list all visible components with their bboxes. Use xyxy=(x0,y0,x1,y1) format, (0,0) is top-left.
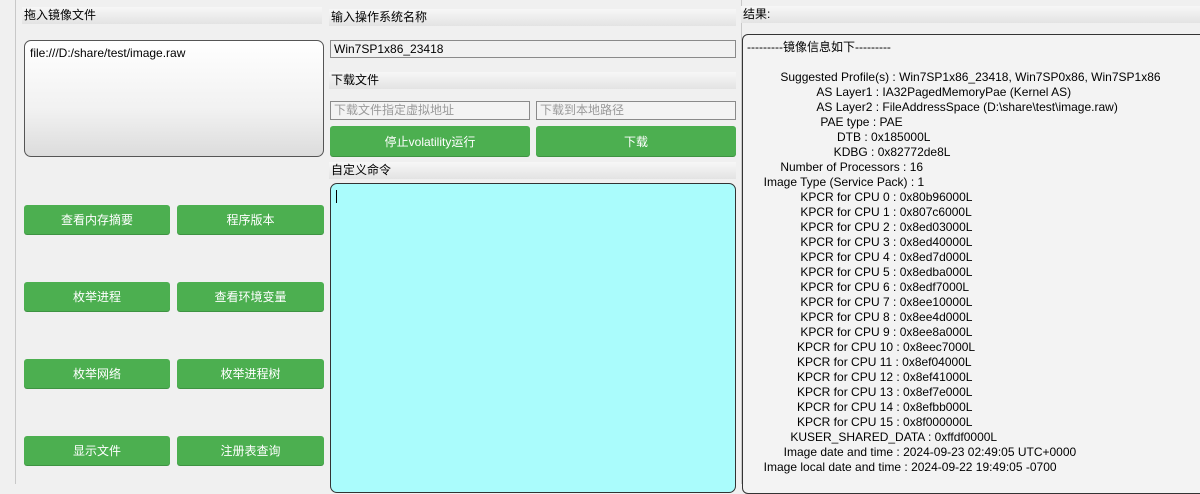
stop-volatility-button[interactable]: 停止volatility运行 xyxy=(330,126,530,156)
left-separator xyxy=(15,0,16,484)
result-line: AS Layer1 : IA32PagedMemoryPae (Kernel A… xyxy=(747,85,1072,99)
result-line: ---------镜像信息如下--------- xyxy=(747,40,891,54)
result-line: Image local date and time : 2024-09-22 1… xyxy=(747,460,1057,474)
result-line: KPCR for CPU 2 : 0x8ed03000L xyxy=(747,220,973,234)
program-version-button[interactable]: 程序版本 xyxy=(177,205,324,234)
custom-command-header: 自定义命令 xyxy=(329,162,736,179)
result-line xyxy=(747,55,1200,70)
result-line: KPCR for CPU 5 : 0x8edba000L xyxy=(747,265,973,279)
result-line: Image Type (Service Pack) : 1 xyxy=(747,175,925,189)
result-line: KPCR for CPU 4 : 0x8ed7d000L xyxy=(747,250,973,264)
result-line: Number of Processors : 16 xyxy=(747,160,924,174)
result-line: KPCR for CPU 14 : 0x8efbb000L xyxy=(747,400,973,414)
os-name-header: 输入操作系统名称 xyxy=(329,9,736,26)
result-line: Image date and time : 2024-09-23 02:49:0… xyxy=(747,445,1077,459)
drop-image-header: 拖入镜像文件 xyxy=(22,7,322,24)
result-lines: ---------镜像信息如下--------- Suggested Profi… xyxy=(747,40,1200,475)
view-env-button[interactable]: 查看环境变量 xyxy=(177,282,324,311)
registry-query-button[interactable]: 注册表查询 xyxy=(177,436,324,465)
mem-summary-button[interactable]: 查看内存摘要 xyxy=(24,205,170,234)
download-button[interactable]: 下载 xyxy=(536,126,736,156)
result-line: KPCR for CPU 7 : 0x8ee10000L xyxy=(747,295,973,309)
result-header: 结果: xyxy=(741,6,1200,23)
result-line: KPCR for CPU 3 : 0x8ed40000L xyxy=(747,235,973,249)
result-line: KPCR for CPU 15 : 0x8f000000L xyxy=(747,415,973,429)
result-line: Suggested Profile(s) : Win7SP1x86_23418,… xyxy=(747,70,1161,84)
text-cursor xyxy=(336,190,337,203)
local-path-input[interactable]: 下载到本地路径 xyxy=(536,101,736,120)
enum-process-button[interactable]: 枚举进程 xyxy=(24,282,170,311)
result-line: KPCR for CPU 1 : 0x807c6000L xyxy=(747,205,972,219)
file-drop-area[interactable]: file:///D:/share/test/image.raw xyxy=(24,40,324,157)
result-line: AS Layer2 : FileAddressSpace (D:\share\t… xyxy=(747,100,1118,114)
result-line: KPCR for CPU 10 : 0x8eec7000L xyxy=(747,340,976,354)
show-files-button[interactable]: 显示文件 xyxy=(24,436,170,465)
enum-process-tree-button[interactable]: 枚举进程树 xyxy=(177,359,324,388)
result-line: KDBG : 0x82772de8L xyxy=(747,145,951,159)
result-line: KPCR for CPU 13 : 0x8ef7e000L xyxy=(747,385,973,399)
result-line: DTB : 0x185000L xyxy=(747,130,931,144)
download-file-header: 下载文件 xyxy=(329,72,736,89)
result-line: KPCR for CPU 9 : 0x8ee8a000L xyxy=(747,325,973,339)
result-line: KPCR for CPU 8 : 0x8ee4d000L xyxy=(747,310,973,324)
result-line: KPCR for CPU 11 : 0x8ef04000L xyxy=(747,355,972,369)
virtual-address-input[interactable]: 下载文件指定虚拟地址 xyxy=(330,101,530,120)
result-line: PAE type : PAE xyxy=(747,115,903,129)
result-output[interactable]: ---------镜像信息如下--------- Suggested Profi… xyxy=(742,34,1200,494)
result-line: KPCR for CPU 12 : 0x8ef41000L xyxy=(747,370,973,384)
custom-command-textarea[interactable] xyxy=(330,183,736,493)
file-path-text: file:///D:/share/test/image.raw xyxy=(30,46,186,60)
enum-network-button[interactable]: 枚举网络 xyxy=(24,359,170,388)
result-line: KPCR for CPU 0 : 0x80b96000L xyxy=(747,190,973,204)
os-name-input[interactable]: Win7SP1x86_23418 xyxy=(330,40,736,58)
result-line: KPCR for CPU 6 : 0x8edf7000L xyxy=(747,280,970,294)
result-line: KUSER_SHARED_DATA : 0xffdf0000L xyxy=(747,430,998,444)
